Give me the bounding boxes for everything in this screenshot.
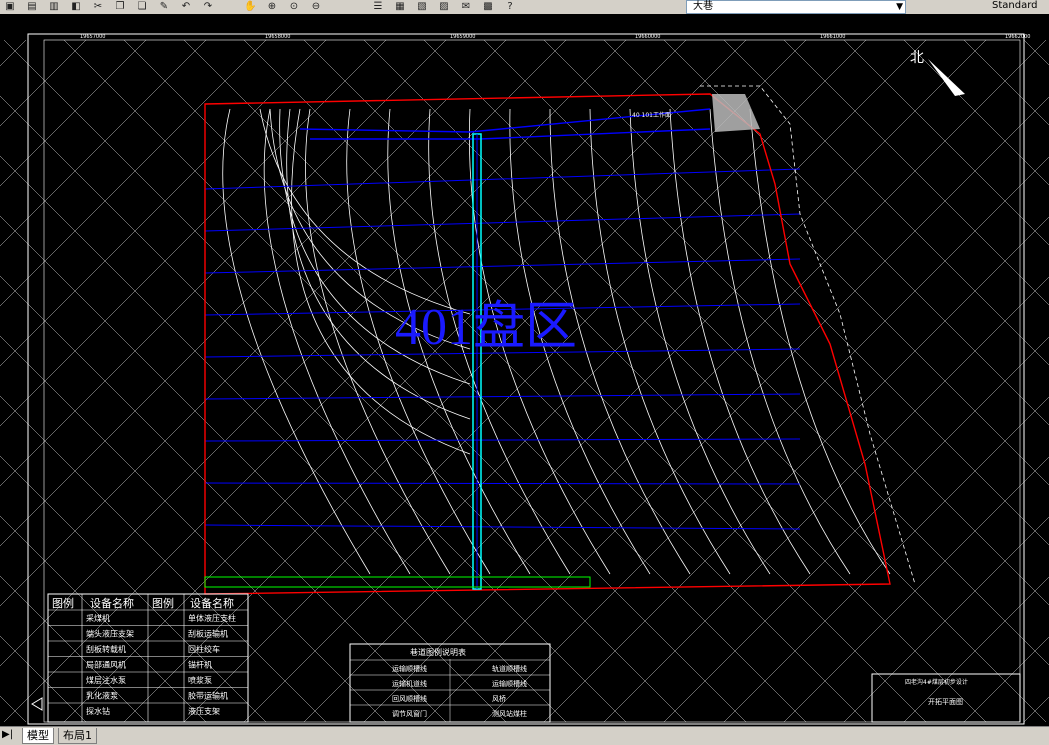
table2-cell: 运输顺槽线 xyxy=(392,664,427,673)
open-icon[interactable]: ▣ xyxy=(4,1,16,13)
legend-header: 图例 xyxy=(52,596,74,610)
title-block-drawing: 开拓平面图 xyxy=(928,697,963,706)
table2-cell: 运输顺槽线 xyxy=(492,679,527,688)
legend-item: 探水钻 xyxy=(86,706,110,716)
help-icon[interactable]: ? xyxy=(504,1,516,13)
chevron-down-icon[interactable]: ▼ xyxy=(896,1,903,13)
drawing-canvas[interactable]: 19657000 19658000 19659000 19660000 19661000… xyxy=(0,14,1049,726)
legend-item: 煤层注水泵 xyxy=(86,675,126,685)
pan-icon[interactable]: ✋ xyxy=(244,1,256,13)
style-name: Standard xyxy=(992,0,1038,11)
legend-item: 刮板运输机 xyxy=(188,629,228,639)
legend-header: 设备名称 xyxy=(90,596,134,610)
north-label: 北 xyxy=(910,50,924,66)
zoom-realtime-icon[interactable]: ⊕ xyxy=(266,1,278,13)
coord-label: 19658000 xyxy=(265,34,290,40)
zoom-previous-icon[interactable]: ⊖ xyxy=(310,1,322,13)
table2-cell: 风桥 xyxy=(492,694,506,703)
legend-item: 喷浆泵 xyxy=(188,675,212,685)
legend-item: 锚杆机 xyxy=(188,660,212,670)
calculator-icon[interactable]: ▩ xyxy=(482,1,494,13)
coord-label: 19660000 xyxy=(635,34,660,40)
legend-item: 胶带运输机 xyxy=(188,691,228,701)
title-block-project: 四老沟4#煤层初步设计 xyxy=(905,678,968,686)
table2-cell: 轨道顺槽线 xyxy=(492,664,527,673)
plot-icon[interactable]: ▥ xyxy=(48,1,60,13)
properties-icon[interactable]: ☰ xyxy=(372,1,384,13)
layout-tabs: ▶| 模型 布局1 xyxy=(0,726,1049,745)
paste-icon[interactable]: ❏ xyxy=(136,1,148,13)
sheetset-icon[interactable]: ▨ xyxy=(438,1,450,13)
table2-cell: 测风站煤柱 xyxy=(492,709,527,718)
cut-icon[interactable]: ✂ xyxy=(92,1,104,13)
tab-model[interactable]: 模型 xyxy=(22,728,54,744)
legend-header: 图例 xyxy=(152,596,174,610)
panel-watermark: 401盘区 xyxy=(395,299,577,356)
legend-item: 端头液压支架 xyxy=(86,629,134,639)
tab-nav-icon[interactable]: ▶| xyxy=(2,729,13,740)
table2-title: 巷道图例说明表 xyxy=(410,647,466,657)
layer-name: 大巷 xyxy=(693,1,713,12)
legend-item: 采煤机 xyxy=(86,613,110,623)
designcenter-icon[interactable]: ▦ xyxy=(394,1,406,13)
undo-icon[interactable]: ↶ xyxy=(180,1,192,13)
table2-cell: 运输机道线 xyxy=(392,679,427,688)
layer-dropdown[interactable]: 大巷 ▼ xyxy=(686,0,906,14)
legend-item: 回柱绞车 xyxy=(188,644,220,654)
preview-icon[interactable]: ◧ xyxy=(70,1,82,13)
coord-label: 19659000 xyxy=(450,34,475,40)
coord-label: 19661000 xyxy=(820,34,845,40)
text-style-dropdown[interactable]: Standard xyxy=(992,0,1049,12)
table2-cell: 回风顺槽线 xyxy=(392,694,427,703)
redo-icon[interactable]: ↷ xyxy=(202,1,214,13)
markup-icon[interactable]: ✉ xyxy=(460,1,472,13)
matchprop-icon[interactable]: ✎ xyxy=(158,1,170,13)
save-icon[interactable]: ▤ xyxy=(26,1,38,13)
table2-cell: 调节风窗门 xyxy=(392,709,427,718)
coord-label: 19662000 xyxy=(1005,34,1030,40)
legend-item: 刮板转载机 xyxy=(86,644,126,654)
copy-icon[interactable]: ❐ xyxy=(114,1,126,13)
legend-item: 局部通风机 xyxy=(86,660,126,670)
coord-label: 19657000 xyxy=(80,34,105,40)
legend-item: 液压支架 xyxy=(188,706,220,716)
legend-header: 设备名称 xyxy=(190,596,234,610)
workface-label: 40 101工作面 xyxy=(632,111,671,119)
zoom-window-icon[interactable]: ⊙ xyxy=(288,1,300,13)
legend-item: 乳化液泵 xyxy=(86,691,118,701)
legend-item: 单体液压支柱 xyxy=(188,613,236,623)
toolpalette-icon[interactable]: ▧ xyxy=(416,1,428,13)
tab-layout1[interactable]: 布局1 xyxy=(58,728,97,744)
